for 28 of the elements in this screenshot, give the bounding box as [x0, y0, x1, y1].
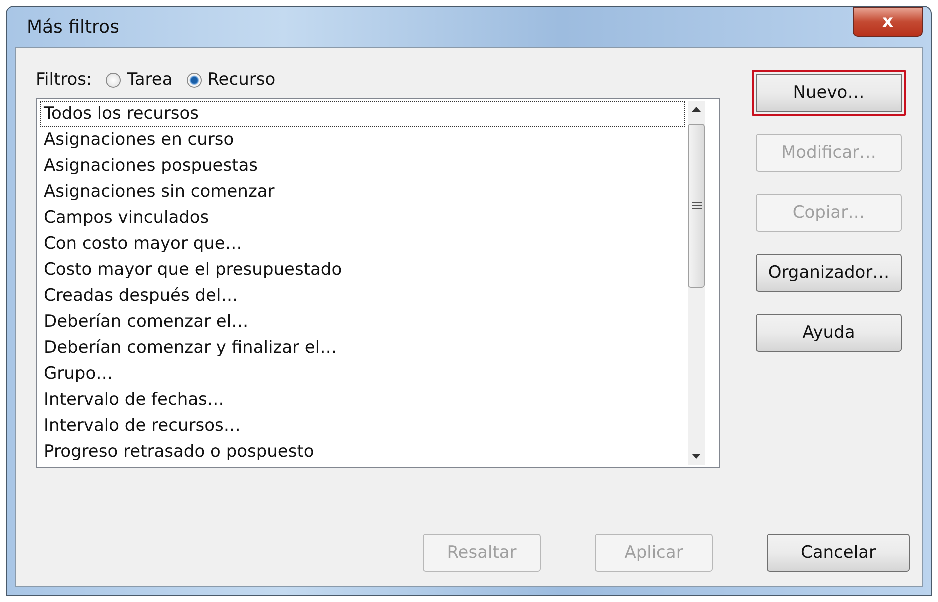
list-item[interactable]: Asignaciones en curso	[40, 127, 685, 153]
list-item[interactable]: Grupo…	[40, 361, 685, 387]
list-item[interactable]: Intervalo de fechas…	[40, 387, 685, 413]
list-item[interactable]: Deberían comenzar el…	[40, 309, 685, 335]
list-item[interactable]: Creadas después del…	[40, 283, 685, 309]
scroll-thumb[interactable]	[688, 124, 705, 288]
filters-label: Filtros:	[36, 70, 92, 90]
radio-button[interactable]	[106, 72, 122, 88]
side-button[interactable]: Ayuda	[756, 314, 902, 352]
list-item[interactable]: Asignaciones pospuestas	[40, 153, 685, 179]
side-button[interactable]: Nuevo…	[752, 70, 906, 116]
radio-label[interactable]: Recurso	[208, 70, 276, 90]
list-item[interactable]: Todos los recursos	[40, 101, 685, 127]
list-item[interactable]: Costo mayor que el presupuestado	[40, 257, 685, 283]
radio-label[interactable]: Tarea	[127, 70, 173, 90]
list-item[interactable]: Campos vinculados	[40, 205, 685, 231]
list-item[interactable]: Con costo mayor que…	[40, 231, 685, 257]
list-item[interactable]: Intervalo de recursos…	[40, 413, 685, 439]
list-item[interactable]: Progreso retrasado o pospuesto	[40, 439, 685, 465]
grip-icon	[692, 202, 702, 210]
window-title: Más filtros	[26, 16, 120, 38]
list-item[interactable]: Asignaciones sin comenzar	[40, 179, 685, 205]
side-button[interactable]: Organizador…	[756, 254, 902, 292]
scrollbar[interactable]	[688, 101, 705, 465]
dialog-button[interactable]: Cancelar	[767, 534, 910, 572]
radio-button[interactable]	[186, 72, 202, 88]
list-item[interactable]: Deberían comenzar y finalizar el…	[40, 335, 685, 361]
close-button[interactable]: x	[853, 7, 923, 37]
